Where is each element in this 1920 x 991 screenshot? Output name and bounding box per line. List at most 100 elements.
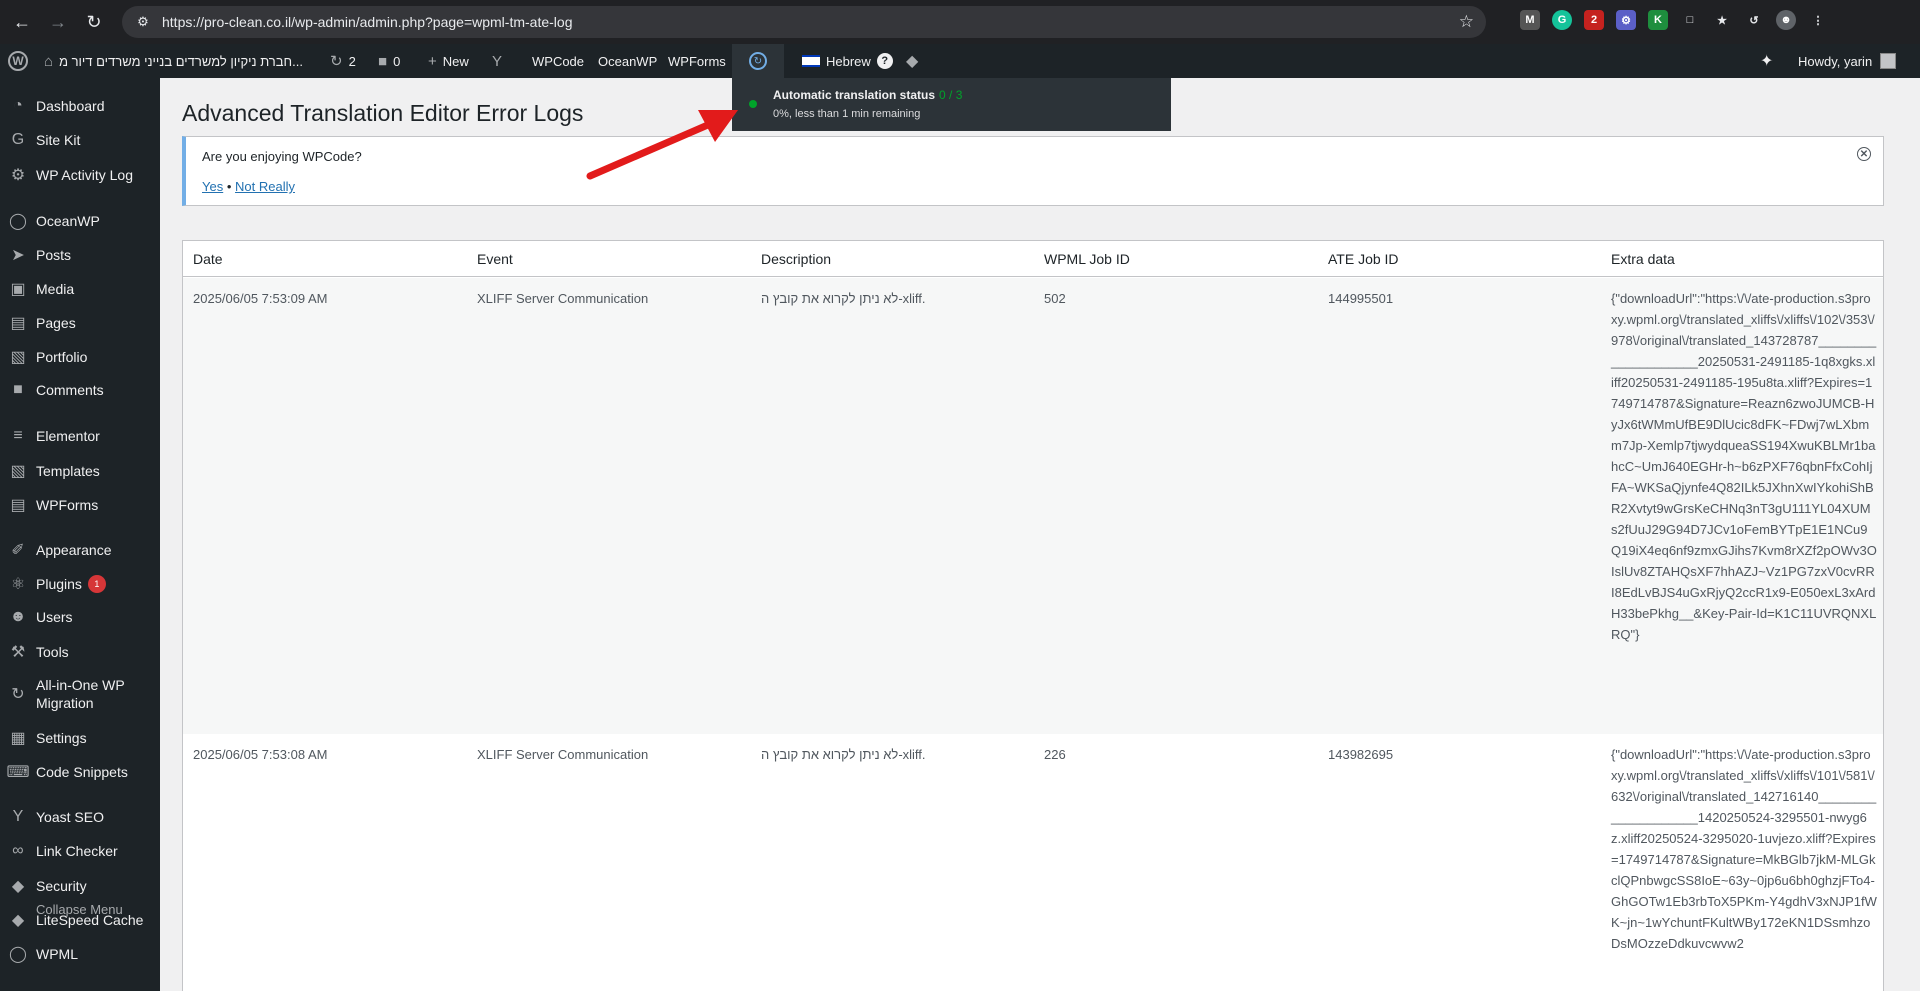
row-description: לא ניתן לקרוא את קובץ ה-xliff. [761,291,926,306]
sidebar-item-elementor[interactable]: ≡ Elementor [0,427,160,445]
sidebar-item-security[interactable]: ◆ Security [0,876,160,896]
sidebar-item-link-checker[interactable]: ∞ Link Checker [0,842,160,860]
sidebar-item-templates[interactable]: ▧ Templates [0,461,160,481]
howdy-label: Howdy, yarin [1798,53,1873,69]
sidebar-item-code-snippets[interactable]: ⌨ Code Snippets [0,762,160,782]
updates-count: 2 [348,53,356,69]
notice-links: Yes • Not Really [202,179,295,194]
profile-avatar-icon[interactable]: ☻ [1776,10,1796,30]
sidebar-item-label: Tools [36,644,69,660]
new-content-link[interactable]: + New [428,44,469,78]
site-name-label: חברת ניקיון למשרדים בנייני משרדים דיור מ… [59,53,303,69]
header-date: Date [193,251,223,267]
wpcode-feedback-notice: Are you enjoying WPCode? Yes • Not Reall… [182,136,1884,206]
url-text[interactable]: https://pro-clean.co.il/wp-admin/admin.p… [162,14,572,30]
sidebar-item-wpforms[interactable]: ▤ WPForms [0,495,160,515]
row-date: 2025/06/05 7:53:08 AM [193,747,328,762]
dismiss-notice-icon[interactable]: ✕ [1857,147,1871,161]
sidebar-item-media[interactable]: ▣ Media [0,279,160,299]
sidebar-item-posts[interactable]: ➤ Posts [0,245,160,265]
yes-link[interactable]: Yes [202,179,223,194]
updates-icon: ↻ [330,53,343,70]
sidebar-item-label: Templates [36,463,100,479]
sidebar-item-label: OceanWP [36,213,100,229]
wpml-icon: ◯ [9,946,27,963]
collapse-menu-button[interactable]: Collapse Menu [36,902,123,917]
extension-red-icon[interactable]: 2 [1584,10,1604,30]
sidebar-item-label: Portfolio [36,349,88,365]
site-info-icon[interactable]: ⚙ [134,13,152,31]
history-icon[interactable]: ↺ [1744,10,1764,30]
sidebar-item-appearance[interactable]: ✐ Appearance [0,540,160,560]
account-menu[interactable]: Howdy, yarin [1798,44,1897,78]
sidebar-item-comments[interactable]: ■ Comments [0,381,160,399]
notice-separator: • [226,179,232,194]
translation-status-icon[interactable]: ↻ [732,44,784,78]
row-date: 2025/06/05 7:53:09 AM [193,291,328,306]
header-event: Event [477,251,513,267]
grammarly-icon[interactable]: G [1552,10,1572,30]
popup-subtitle: 0%, less than 1 min remaining [773,108,921,120]
row-wpml-job-id: 226 [1044,747,1066,762]
sidebar-item-pages[interactable]: ▤ Pages [0,313,160,333]
wpforms-link[interactable]: WPForms [668,44,726,78]
settings-icon: ▦ [10,730,26,747]
extension-m-icon[interactable]: M [1520,10,1540,30]
not-really-link[interactable]: Not Really [235,179,295,194]
extensions-area: M G 2 ⚙ K □ ★ ↺ ☻ ⋮ [1520,10,1828,30]
yoast-adminbar-icon[interactable]: Y [492,44,508,78]
row-ate-job-id: 144995501 [1328,291,1394,306]
plugins-update-badge: 1 [87,575,106,593]
address-bar[interactable]: ⚙ https://pro-clean.co.il/wp-admin/admin… [122,6,1486,38]
site-name-link[interactable]: ⌂ חברת ניקיון למשרדים בנייני משרדים דיור … [44,44,303,78]
sidebar-item-wp-activity-log[interactable]: ⚙ WP Activity Log [0,165,160,185]
row-extra-data: {"downloadUrl":"https:\/\/ate-production… [1611,291,1877,642]
wpcode-link[interactable]: WPCode [532,44,584,78]
sidebar-item-label: Appearance [36,542,112,558]
header-wpml-job-id: WPML Job ID [1044,251,1130,267]
extension-k-icon[interactable]: K [1648,10,1668,30]
sidebar-item-users[interactable]: ☻ Users [0,608,160,626]
back-icon[interactable]: ← [8,8,36,36]
home-icon: ⌂ [44,52,54,70]
annotation-arrow [586,110,738,180]
sidebar-item-settings[interactable]: ▦ Settings [0,728,160,748]
language-switcher[interactable]: Hebrew? [802,44,893,78]
oceanwp-link[interactable]: OceanWP [598,44,657,78]
ai-sparkle-icon[interactable]: ✦ [1760,44,1773,78]
bookmark-star-icon[interactable]: ☆ [1459,12,1474,32]
sidebar-item-yoast-seo[interactable]: Y Yoast SEO [0,808,160,826]
sidebar-item-all-in-one-wp-migration[interactable]: ↻ All-in-One WP Migration [0,676,160,712]
sidebar-item-label: WPForms [36,497,99,513]
bookmarks-icon[interactable]: ★ [1712,10,1732,30]
sidebar-item-wpml[interactable]: ◯ WPML [0,944,160,964]
sidebar-item-oceanwp[interactable]: ◯ OceanWP [0,211,160,231]
sidebar-item-dashboard[interactable]: ◔ Dashboard [0,97,160,115]
sidebar-item-portfolio[interactable]: ▧ Portfolio [0,347,160,367]
sidebar-item-label: Pages [36,315,76,331]
sidebar-item-label: Media [36,281,75,297]
row-extra-data: {"downloadUrl":"https:\/\/ate-production… [1611,747,1877,951]
diamond-icon[interactable]: ◆ [906,44,918,78]
help-icon[interactable]: ? [876,53,893,69]
reload-icon[interactable]: ↻ [80,8,108,36]
row-ate-job-id: 143982695 [1328,747,1394,762]
forward-icon[interactable]: → [44,8,72,36]
activity-log-icon: ⚙ [10,167,26,184]
row-wpml-job-id: 502 [1044,291,1066,306]
comments-link[interactable]: ■ 0 [378,44,400,78]
sidebar-item-tools[interactable]: ⚒ Tools [0,642,160,662]
user-icon: ☻ [9,608,27,625]
wordpress-logo-icon[interactable]: W [8,44,28,78]
browser-menu-icon[interactable]: ⋮ [1808,10,1828,30]
sidebar-item-plugins[interactable]: ⚛ Plugins 1 [0,574,160,594]
sidebar-item-label: Security [36,878,87,894]
extension-gear-icon[interactable]: ⚙ [1616,10,1636,30]
row-event: XLIFF Server Communication [477,291,649,306]
updates-link[interactable]: ↻ 2 [330,44,356,78]
table-row: 2025/06/05 7:53:08 AM XLIFF Server Commu… [183,734,1883,991]
folder-icon: ▧ [10,349,26,366]
sidebar-item-site-kit[interactable]: G Site Kit [0,131,160,149]
header-extra-data: Extra data [1611,251,1675,267]
extensions-puzzle-icon[interactable]: □ [1680,10,1700,30]
